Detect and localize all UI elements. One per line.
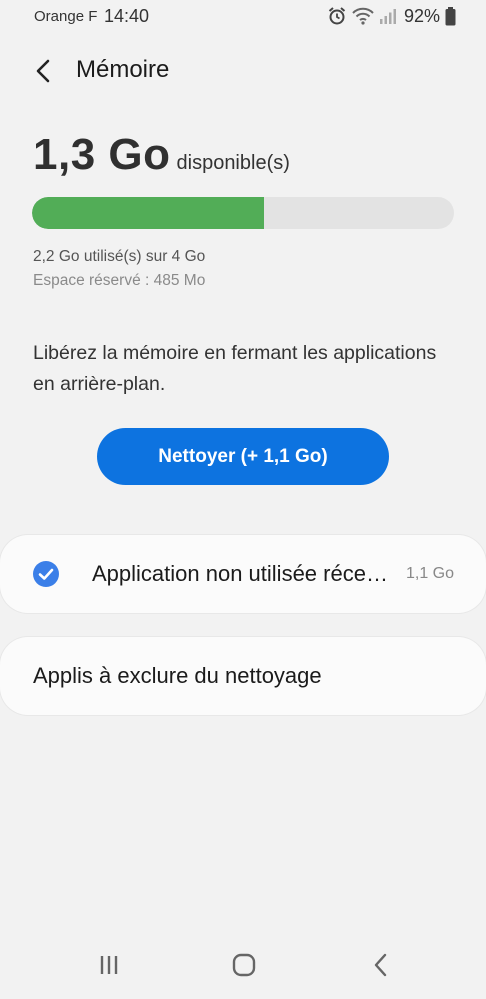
check-circle-icon[interactable] <box>32 560 60 588</box>
available-memory: 1,3 Go disponible(s) <box>33 130 290 180</box>
recent-apps-icon[interactable] <box>94 952 124 978</box>
unused-apps-size: 1,1 Go <box>405 565 454 582</box>
used-memory-text: 2,2 Go utilisé(s) sur 4 Go <box>33 248 206 265</box>
reserved-memory-text: Espace réservé : 485 Mo <box>33 272 206 289</box>
battery-percent: 92% <box>403 5 440 26</box>
app-bar: Mémoire <box>0 40 486 104</box>
exclude-apps-label: Applis à exclure du nettoyage <box>33 663 322 688</box>
status-icons: 92% <box>327 5 456 27</box>
home-icon[interactable] <box>229 952 259 978</box>
available-value: 1,3 Go <box>33 130 171 179</box>
memory-usage-fill <box>32 197 265 229</box>
carrier-label: Orange F <box>34 8 98 25</box>
unused-apps-item[interactable]: Application non utilisée récemment 1,1 G… <box>0 535 486 613</box>
clean-description: Libérez la mémoire en fermant les applic… <box>33 342 437 395</box>
available-suffix: disponible(s) <box>176 152 290 174</box>
exclude-apps-item[interactable]: Applis à exclure du nettoyage <box>0 637 486 715</box>
signal-icon <box>379 9 396 24</box>
wifi-icon <box>352 7 374 25</box>
clean-button[interactable]: Nettoyer (+ 1,1 Go) <box>97 428 389 485</box>
page-title: Mémoire <box>76 56 170 83</box>
unused-apps-label: Application non utilisée récemment <box>92 561 400 586</box>
back-icon[interactable] <box>366 952 396 978</box>
alarm-icon <box>328 7 346 25</box>
battery-icon <box>445 6 456 25</box>
back-arrow-icon[interactable] <box>28 54 60 88</box>
memory-usage-bar <box>32 197 454 229</box>
navigation-bar <box>0 940 486 990</box>
status-bar: Orange F 14:40 92% <box>0 0 486 34</box>
clock: 14:40 <box>104 6 150 26</box>
